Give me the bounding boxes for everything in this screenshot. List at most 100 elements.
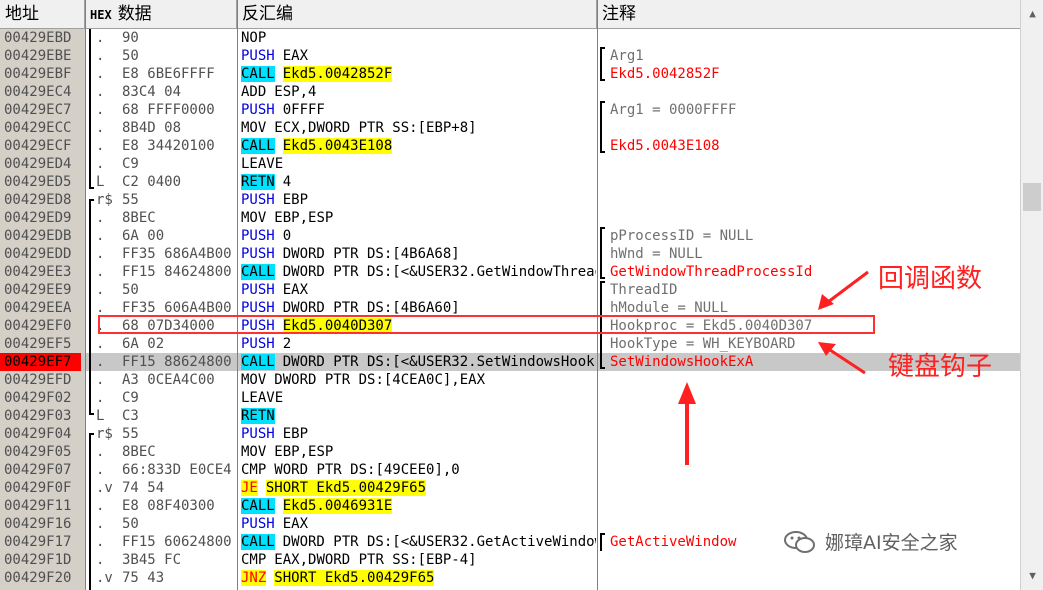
hex-bytes: A3 0CEA4C00 (122, 372, 215, 388)
opcode-mnemonic: PUSH (241, 246, 275, 262)
hex-cell: . 83C4 04 (96, 83, 236, 101)
instruction-row[interactable]: 00429ECC. 8B4D 08 MOV ECX,DWORD PTR SS:[EBP… (0, 119, 1020, 137)
flow-marker: r$ (96, 192, 113, 208)
hex-bytes: 90 (122, 30, 139, 46)
address-cell: 00429EFD (4, 372, 72, 388)
flow-marker: . (96, 84, 105, 100)
instruction-row[interactable]: 00429F20 .v 75 43 JNZ SHORT Ekd5.00429F65 (0, 569, 1020, 587)
scroll-down-icon[interactable]: ▼ (1021, 566, 1043, 586)
vertical-scrollbar[interactable]: ▲ ▼ (1020, 0, 1043, 590)
opcode-mnemonic: ADD (241, 84, 267, 100)
instruction-row[interactable]: 00429EBE. 50 PUSH EAX Arg1 (0, 47, 1020, 65)
instruction-row[interactable]: 00429EC7. 68 FFFF0000 PUSH 0FFFF Arg1 = 0000… (0, 101, 1020, 119)
flow-marker: . (96, 354, 105, 370)
instruction-row[interactable]: 00429F11. E8 08F40300 CALL Ekd5.0046931E (0, 497, 1020, 515)
hex-bytes: C9 (122, 156, 139, 172)
address-cell: 00429F07 (4, 462, 72, 478)
hex-cell: . C9 (96, 155, 236, 173)
flow-marker: . (96, 390, 105, 406)
hex-cell: L C3 (96, 407, 236, 425)
header-disassembly[interactable]: 反汇编 (237, 0, 597, 28)
hex-bytes: 50 (122, 282, 139, 298)
disassembly-cell: CMP WORD PTR DS:[49CEE0],0 (241, 461, 596, 479)
operand: SHORT Ekd5.00429F65 (265, 480, 427, 496)
opcode-mnemonic: CALL (241, 66, 275, 82)
scrollbar-thumb[interactable] (1023, 183, 1041, 211)
hex-cell: . E8 6BE6FFFF (96, 65, 236, 83)
operand: ESP,4 (274, 84, 317, 100)
hex-bytes: 6A 02 (122, 336, 165, 352)
instruction-row[interactable]: 00429EC4. 83C4 04 ADD ESP,4 (0, 83, 1020, 101)
operand: Ekd5.0046931E (282, 498, 393, 514)
opcode-mnemonic: CMP (241, 462, 267, 478)
operand: EAX,DWORD PTR SS:[EBP-4] (274, 552, 477, 568)
instruction-row[interactable]: 00429ED9. 8BEC MOV EBP,ESP (0, 209, 1020, 227)
hex-cell: . 6A 02 (96, 335, 236, 353)
address-cell: 00429ED8 (4, 192, 72, 208)
instruction-row[interactable]: 00429EBD. 90 NOP (0, 29, 1020, 47)
disassembly-cell: JE SHORT Ekd5.00429F65 (241, 479, 596, 497)
address-cell: 00429ED9 (4, 210, 72, 226)
scroll-up-icon[interactable]: ▲ (1021, 4, 1043, 24)
instruction-row[interactable]: 00429ED4. C9 LEAVE (0, 155, 1020, 173)
opcode-mnemonic: RETN (241, 408, 275, 424)
hex-bytes: FF35 686A4B00 (122, 246, 232, 262)
opcode-mnemonic: CALL (241, 498, 275, 514)
hex-bytes: E8 6BE6FFFF (122, 66, 215, 82)
disassembler-window: 地址 HEX 数据 反汇编 注释 00429EBD. 90 NOP 00429EBE. 5… (0, 0, 1043, 590)
address-cell: 00429EF0 (4, 318, 72, 334)
instruction-row[interactable]: 00429ED8 r$ 55 PUSH EBP (0, 191, 1020, 209)
flow-marker: . (96, 534, 105, 550)
hex-bytes: 55 (122, 192, 139, 208)
disassembly-cell: LEAVE (241, 155, 596, 173)
hex-bytes: 83C4 04 (122, 84, 182, 100)
operand: DWORD PTR DS:[4B6A60] (282, 300, 460, 316)
header-hex[interactable]: HEX 数据 (85, 0, 237, 28)
hex-cell: . 8BEC (96, 209, 236, 227)
operand: DWORD PTR DS:[<&USER32.GetWindowThreadPr… (282, 264, 596, 280)
callback-annotation: 回调函数 (878, 264, 983, 294)
address-cell: 00429EDD (4, 246, 72, 262)
hex-bytes: 50 (122, 48, 139, 64)
function-bracket (89, 199, 94, 415)
vertical-arrow-head (678, 382, 696, 404)
operand: DWORD PTR DS:[<&USER32.GetActiveWindow>] (282, 534, 596, 550)
instruction-row[interactable]: 00429EDB. 6A 00 PUSH 0 pProcessID = NULL (0, 227, 1020, 245)
address-cell: 00429F1D (4, 552, 72, 568)
hex-cell: L C2 0400 (96, 173, 236, 191)
instruction-row[interactable]: 00429ED5 L C2 0400 RETN 4 (0, 173, 1020, 191)
disassembly-cell: PUSH EAX (241, 47, 596, 65)
opcode-mnemonic: RETN (241, 174, 275, 190)
address-cell: 00429EBD (4, 30, 72, 46)
hex-bytes: C2 0400 (122, 174, 182, 190)
operand: DWORD PTR DS:[4B6A68] (282, 246, 460, 262)
address-cell: 00429EEA (4, 300, 72, 316)
flow-marker: . (96, 138, 105, 154)
address-cell: 00429F16 (4, 516, 72, 532)
hex-cell: . E8 08F40300 (96, 497, 236, 515)
flow-marker: . (96, 552, 105, 568)
hex-bytes: 66:833D E0CE4 (122, 462, 232, 478)
disassembly-cell: CALL DWORD PTR DS:[<&USER32.GetActiveWind… (241, 533, 596, 551)
disassembly-cell: CALL Ekd5.0046931E (241, 497, 596, 515)
header-address[interactable]: 地址 (0, 0, 85, 28)
flow-marker: . (96, 102, 105, 118)
header-comment[interactable]: 注释 (597, 0, 1020, 28)
instruction-row[interactable]: 00429F0F .v 74 54 JE SHORT Ekd5.00429F65 (0, 479, 1020, 497)
flow-marker: . (96, 228, 105, 244)
hex-cell: . E8 34420100 (96, 137, 236, 155)
hex-cell: r$ 55 (96, 425, 236, 443)
operand: 0 (282, 228, 292, 244)
opcode-mnemonic: JNZ (241, 570, 267, 586)
flow-marker: . (96, 120, 105, 136)
hex-bytes: 74 54 (122, 480, 165, 496)
operand: Ekd5.0042852F (282, 66, 393, 82)
instruction-row[interactable]: 00429EBF. E8 6BE6FFFF CALL Ekd5.0042852F Ekd… (0, 65, 1020, 83)
hex-cell: r$ 55 (96, 191, 236, 209)
hex-bytes: 50 (122, 516, 139, 532)
disassembly-cell: PUSH EBP (241, 425, 596, 443)
address-cell: 00429EE3 (4, 264, 72, 280)
hex-bytes: FF15 60624800 (122, 534, 232, 550)
function-bracket (89, 433, 94, 590)
instruction-row[interactable]: 00429ECF. E8 34420100 CALL Ekd5.0043E108 Ekd… (0, 137, 1020, 155)
